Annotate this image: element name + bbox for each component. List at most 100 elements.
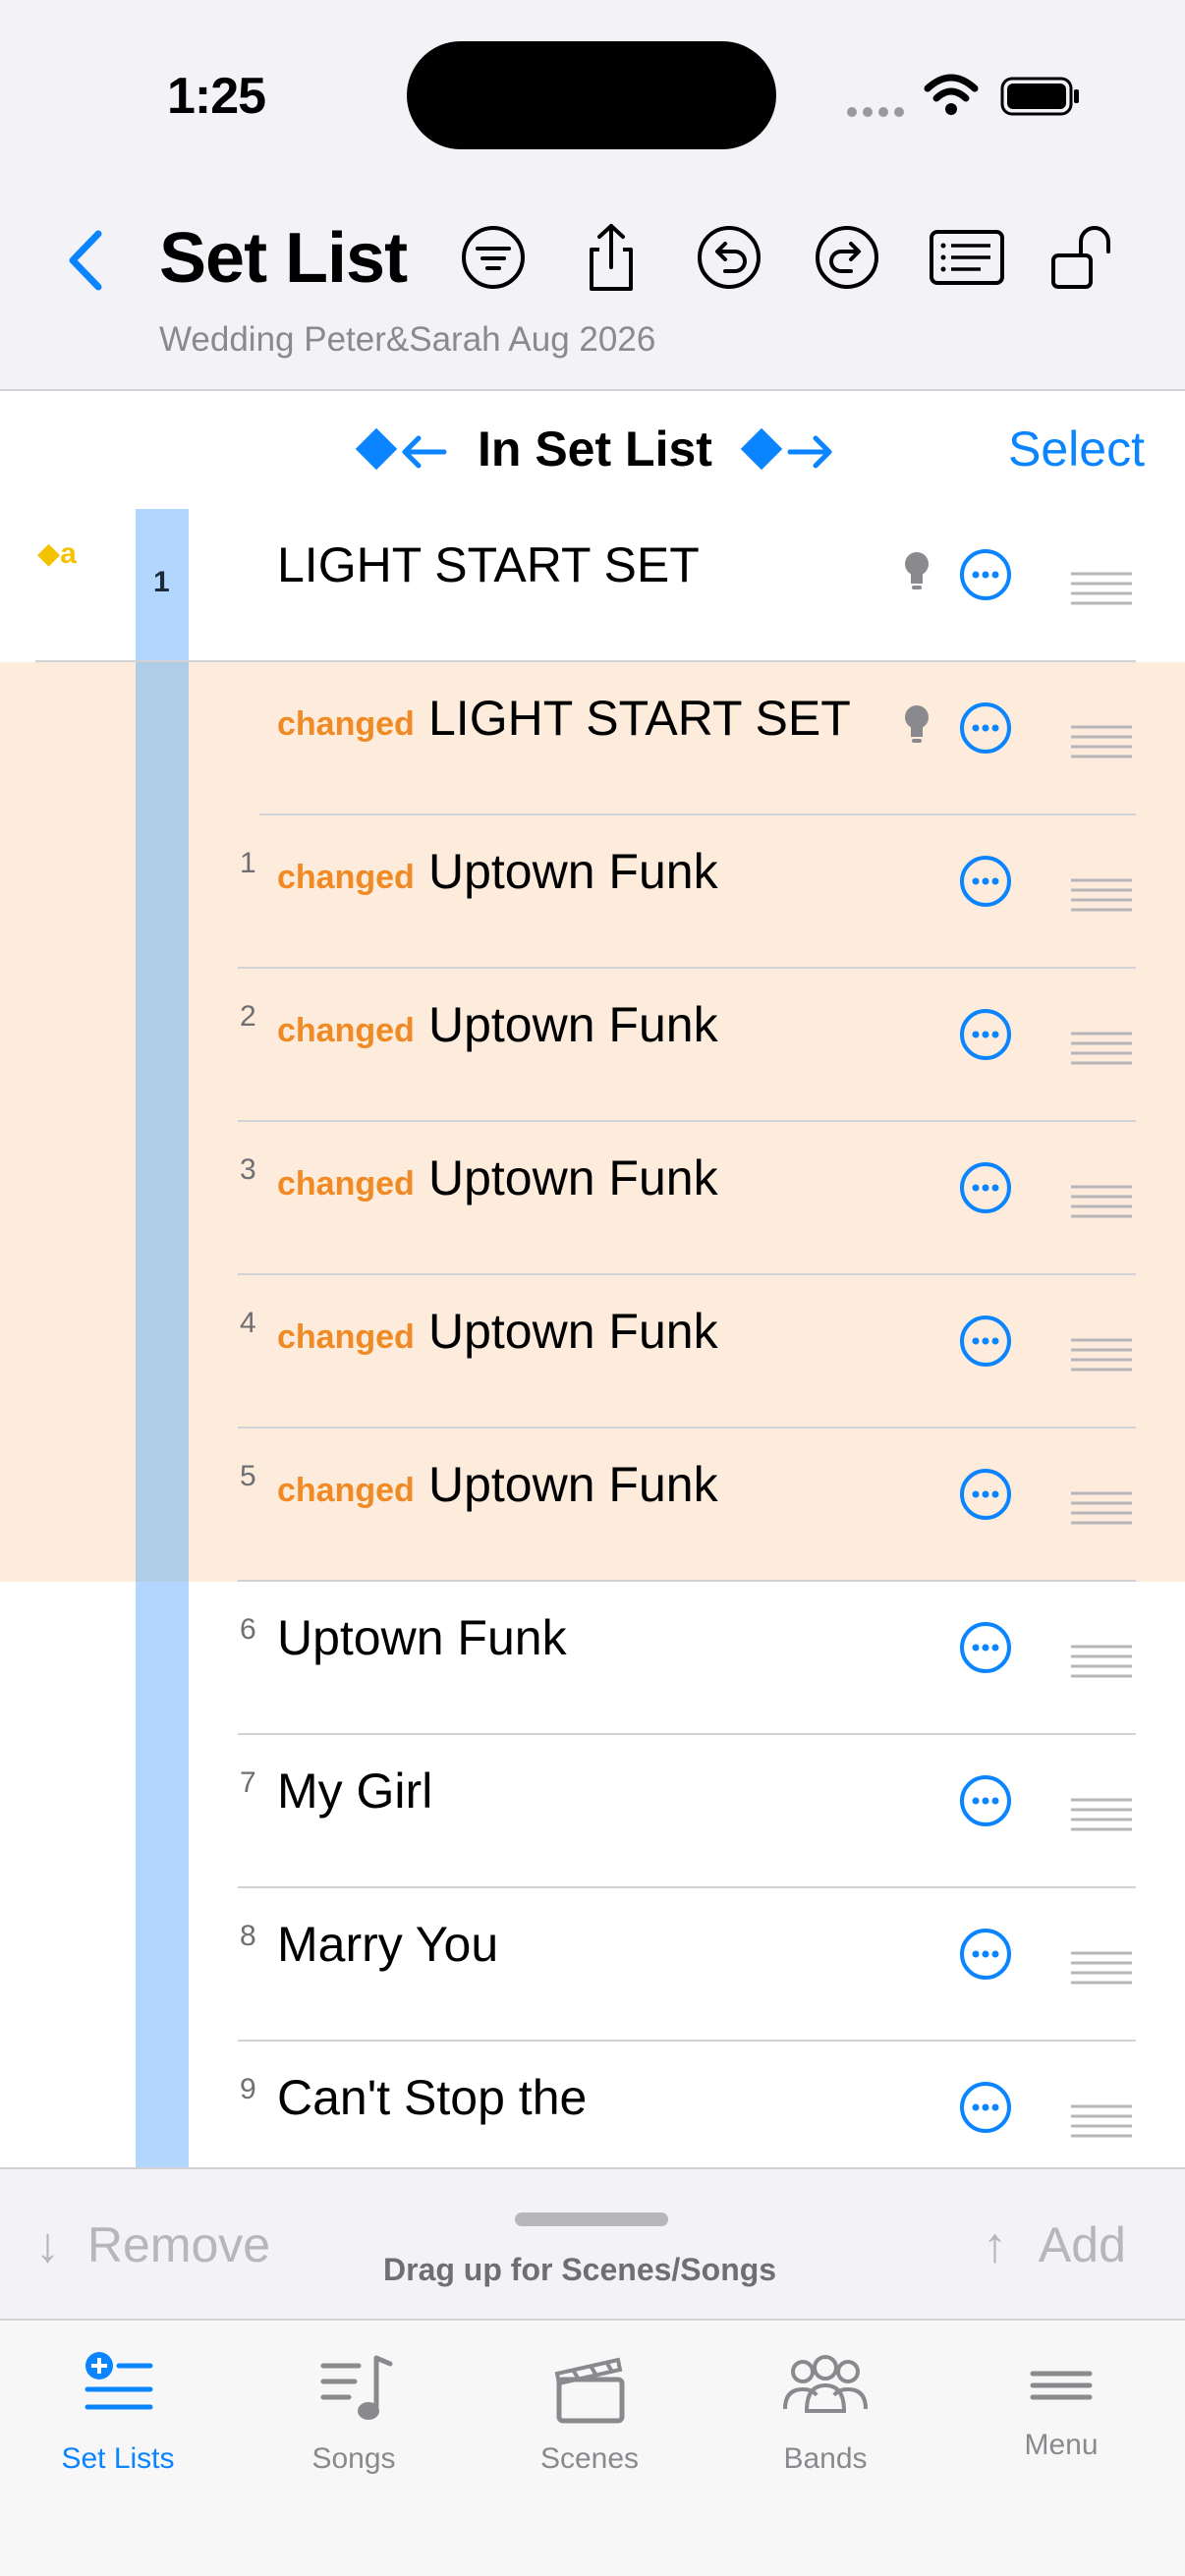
page-title: Set List [159, 219, 408, 298]
more-options-icon[interactable] [959, 1161, 1012, 1214]
song-title: My Girl [277, 1764, 433, 1819]
filter-icon[interactable] [458, 222, 529, 293]
drag-hint: Drag up for Scenes/Songs [383, 2252, 777, 2287]
undo-icon[interactable] [694, 222, 764, 293]
lightbulb-icon[interactable] [902, 550, 931, 593]
reorder-handle-icon[interactable] [1069, 1949, 1134, 1987]
more-options-icon[interactable] [959, 855, 1012, 908]
song-number: 2 [240, 1000, 256, 1033]
more-options-icon[interactable] [959, 1621, 1012, 1674]
song-number: 6 [240, 1613, 256, 1646]
song-row[interactable]: 9 Can't Stop the [0, 2042, 1185, 2167]
tab-label: Bands [783, 2442, 868, 2475]
tab-label: Songs [311, 2442, 396, 2475]
remove-button[interactable]: ↓ Remove [35, 2216, 270, 2273]
more-options-icon[interactable] [959, 1468, 1012, 1521]
battery-icon [1000, 77, 1079, 116]
song-title: Uptown Funk [428, 1304, 718, 1359]
reorder-handle-icon[interactable] [1069, 1183, 1134, 1220]
song-title: LIGHT START SET [277, 537, 700, 592]
drag-handle[interactable] [515, 2212, 668, 2226]
song-row[interactable]: 7 My Girl [0, 1735, 1185, 1888]
wifi-icon [924, 74, 979, 115]
song-title: LIGHT START SET [428, 691, 851, 746]
song-title: Uptown Funk [428, 1457, 718, 1512]
back-chevron-icon[interactable] [61, 226, 110, 295]
page-subtitle: Wedding Peter&Sarah Aug 2026 [159, 320, 656, 359]
set-header-row[interactable]: changed LIGHT START SET [0, 662, 1185, 815]
dynamic-island [407, 41, 776, 149]
select-button[interactable]: Select [1008, 420, 1145, 477]
add-button[interactable]: ↑ Add [983, 2216, 1126, 2273]
reorder-handle-icon[interactable] [1069, 723, 1134, 760]
tab-scenes[interactable]: Scenes [472, 2321, 707, 2517]
filter-bar: In Set List Select [0, 391, 1185, 509]
arrow-up-icon: ↑ [983, 2217, 1007, 2272]
song-title: Uptown Funk [428, 844, 718, 899]
add-label: Add [1038, 2217, 1126, 2272]
song-number: 9 [240, 2073, 256, 2105]
cellular-signal-icon [847, 104, 910, 122]
more-options-icon[interactable] [959, 1008, 1012, 1061]
reorder-handle-icon[interactable] [1069, 1643, 1134, 1680]
song-row[interactable]: 4 changed Uptown Funk [0, 1275, 1185, 1428]
song-number: 5 [240, 1460, 256, 1492]
song-row[interactable]: 1 changed Uptown Funk [0, 815, 1185, 969]
song-number: 8 [240, 1920, 256, 1952]
reorder-handle-icon[interactable] [1069, 1030, 1134, 1067]
next-section-icon[interactable] [739, 428, 837, 476]
previous-section-icon[interactable] [354, 428, 452, 476]
song-title: Can't Stop the [277, 2070, 588, 2125]
song-title: Uptown Funk [277, 1610, 567, 1665]
more-options-icon[interactable] [959, 548, 1012, 601]
more-options-icon[interactable] [959, 1774, 1012, 1827]
song-title: Uptown Funk [428, 997, 718, 1052]
changed-badge: changed [277, 1012, 415, 1049]
tab-label: Menu [1024, 2429, 1099, 2461]
tab-songs[interactable]: Songs [236, 2321, 472, 2517]
remove-label: Remove [86, 2217, 271, 2272]
song-number: 1 [240, 847, 256, 879]
song-title: Marry You [277, 1917, 499, 1972]
menu-icon [1030, 2371, 1093, 2400]
set-list-content: In Set List Select ◆a 1 LIGHT START SET c… [0, 391, 1185, 2167]
reorder-handle-icon[interactable] [1069, 1336, 1134, 1373]
action-bar: ↓ Remove Drag up for Scenes/Songs ↑ Add [0, 2167, 1185, 2319]
changed-badge: changed [277, 1165, 415, 1203]
song-row[interactable]: 2 changed Uptown Funk [0, 969, 1185, 1122]
tab-menu[interactable]: Menu [943, 2321, 1179, 2517]
tab-label: Scenes [539, 2442, 640, 2475]
status-time: 1:25 [167, 68, 266, 125]
tab-bands[interactable]: Bands [707, 2321, 943, 2517]
more-options-icon[interactable] [959, 1928, 1012, 1981]
more-options-icon[interactable] [959, 1315, 1012, 1368]
reorder-handle-icon[interactable] [1069, 1489, 1134, 1527]
set-lists-icon [85, 2352, 153, 2410]
list-detail-icon[interactable] [928, 222, 1006, 293]
song-number: 4 [240, 1307, 256, 1339]
changed-badge: changed [277, 859, 415, 896]
unlock-icon[interactable] [1047, 222, 1118, 293]
song-row[interactable]: 6 Uptown Funk [0, 1582, 1185, 1735]
song-row[interactable]: 8 Marry You [0, 1888, 1185, 2042]
filter-title: In Set List [478, 421, 712, 476]
arrow-down-icon: ↓ [35, 2217, 60, 2272]
set-header-row[interactable]: LIGHT START SET [0, 509, 1185, 662]
song-row[interactable]: 5 changed Uptown Funk [0, 1428, 1185, 1582]
redo-icon[interactable] [812, 222, 882, 293]
more-options-icon[interactable] [959, 701, 1012, 755]
scenes-icon [554, 2357, 625, 2424]
reorder-handle-icon[interactable] [1069, 570, 1134, 607]
reorder-handle-icon[interactable] [1069, 876, 1134, 914]
reorder-handle-icon[interactable] [1069, 1796, 1134, 1833]
song-row[interactable]: 3 changed Uptown Funk [0, 1122, 1185, 1275]
lightbulb-icon[interactable] [902, 703, 931, 747]
changed-badge: changed [277, 1318, 415, 1356]
share-icon[interactable] [576, 222, 647, 293]
tab-set-lists[interactable]: Set Lists [0, 2321, 236, 2517]
reorder-handle-icon[interactable] [1069, 2102, 1134, 2140]
tab-bar: Set Lists Songs Scenes Bands Menu [0, 2319, 1185, 2576]
changed-badge: changed [277, 1472, 415, 1509]
more-options-icon[interactable] [959, 2081, 1012, 2134]
changed-badge: changed [277, 705, 415, 743]
